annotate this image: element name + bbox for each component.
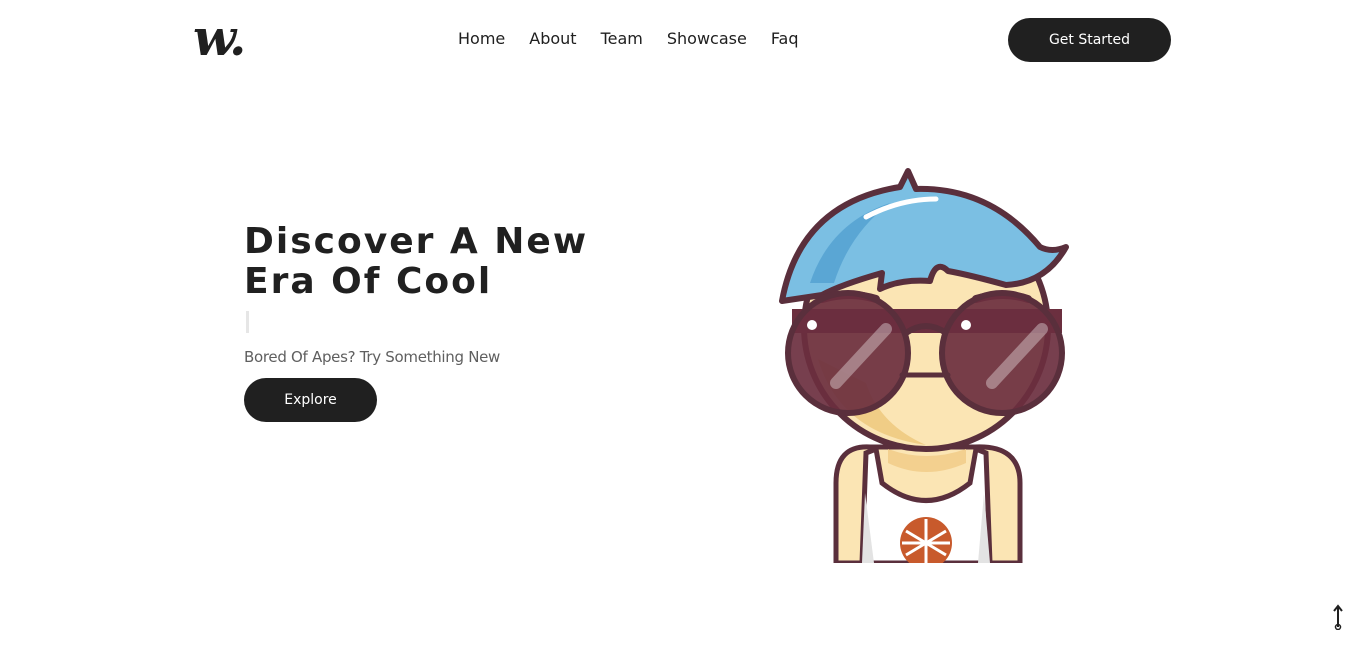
typing-cursor: [246, 311, 249, 333]
get-started-button[interactable]: Get Started: [1008, 18, 1171, 62]
hero-title: Discover A New Era Of Cool: [244, 221, 589, 302]
nav-item-team[interactable]: Team: [601, 28, 643, 50]
nav-item-about[interactable]: About: [529, 28, 576, 50]
scroll-to-top-button[interactable]: [1326, 603, 1350, 631]
site-header: w. Home About Team Showcase Faq Get Star…: [0, 0, 1366, 80]
hero-subtitle: Bored Of Apes? Try Something New: [244, 348, 501, 366]
page: w. Home About Team Showcase Faq Get Star…: [0, 0, 1366, 645]
nav-item-faq[interactable]: Faq: [771, 28, 799, 50]
nav-item-home[interactable]: Home: [458, 28, 505, 50]
main-nav: Home About Team Showcase Faq: [458, 28, 799, 50]
explore-button[interactable]: Explore: [244, 378, 377, 422]
site-logo[interactable]: w.: [193, 8, 246, 68]
character-illustration: [779, 168, 1069, 563]
arrow-up-icon: [1333, 604, 1343, 630]
nav-item-showcase[interactable]: Showcase: [667, 28, 747, 50]
hero-character-image: [770, 163, 1080, 563]
